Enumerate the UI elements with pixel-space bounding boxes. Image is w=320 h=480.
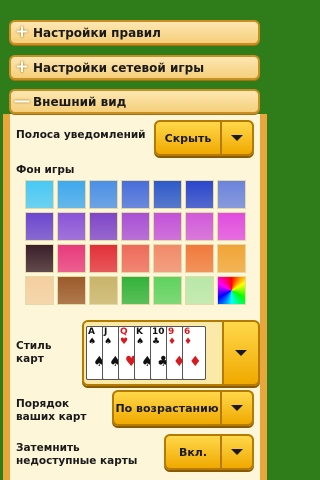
- background-swatch[interactable]: [153, 244, 182, 273]
- card-order-dropdown[interactable]: По возрастанию: [112, 390, 254, 426]
- section-network-label: Настройки сетевой игры: [33, 60, 205, 75]
- notify-bar-dropdown[interactable]: Скрыть: [154, 120, 254, 156]
- chevron-down-icon: [222, 135, 252, 141]
- dim-cards-label: Затемнить недоступные карты: [16, 442, 138, 467]
- plus-icon: +: [14, 22, 30, 42]
- background-swatch[interactable]: [25, 244, 54, 273]
- appearance-panel: Полоса уведомлений Скрыть Фон игры Стиль…: [3, 114, 267, 480]
- section-rules-header[interactable]: + Настройки правил: [9, 20, 260, 45]
- card-suit: ♦: [184, 337, 193, 347]
- minus-icon: —: [13, 91, 31, 111]
- background-swatch[interactable]: [57, 180, 86, 209]
- background-swatch[interactable]: [89, 212, 118, 241]
- card-order-label: Порядок ваших карт: [16, 398, 87, 423]
- card-style-preview: A ♠ ♠ J ♠ ♠ Q ♥ ♥ K ♠ ♠ 10 ♣ ♣ 9 ♦ ♦ 6 ♦ ♦: [84, 322, 224, 384]
- background-swatch[interactable]: [121, 180, 150, 209]
- background-swatch[interactable]: [25, 212, 54, 241]
- background-swatch[interactable]: [89, 276, 118, 305]
- chevron-down-icon: [224, 322, 258, 384]
- background-swatch[interactable]: [57, 276, 86, 305]
- plus-icon: +: [14, 57, 30, 77]
- background-swatch[interactable]: [57, 244, 86, 273]
- card-order-value: По возрастанию: [114, 392, 222, 424]
- section-appearance-header[interactable]: — Внешний вид: [9, 89, 260, 114]
- background-swatch[interactable]: [121, 212, 150, 241]
- background-swatch[interactable]: [217, 212, 246, 241]
- preview-card: 6 ♦ ♦: [182, 326, 206, 380]
- background-swatch[interactable]: [89, 244, 118, 273]
- section-network-header[interactable]: + Настройки сетевой игры: [9, 55, 260, 80]
- card-style-dropdown[interactable]: A ♠ ♠ J ♠ ♠ Q ♥ ♥ K ♠ ♠ 10 ♣ ♣ 9 ♦ ♦ 6 ♦ ♦: [82, 320, 260, 386]
- section-appearance-label: Внешний вид: [33, 94, 127, 109]
- background-swatch[interactable]: [25, 276, 54, 305]
- chevron-down-icon: [222, 449, 252, 455]
- background-swatch[interactable]: [185, 212, 214, 241]
- background-swatch[interactable]: [185, 180, 214, 209]
- background-swatch[interactable]: [185, 244, 214, 273]
- chevron-down-icon: [222, 405, 252, 411]
- background-swatch[interactable]: [25, 180, 54, 209]
- card-style-label: Стиль карт: [16, 340, 52, 365]
- notify-bar-value: Скрыть: [156, 122, 222, 154]
- background-swatch[interactable]: [57, 212, 86, 241]
- dim-cards-dropdown[interactable]: Вкл.: [164, 434, 254, 470]
- background-swatch[interactable]: [121, 276, 150, 305]
- background-swatch[interactable]: [217, 276, 246, 305]
- background-swatch[interactable]: [153, 180, 182, 209]
- background-swatch[interactable]: [217, 180, 246, 209]
- background-label: Фон игры: [16, 164, 75, 176]
- background-swatch[interactable]: [153, 276, 182, 305]
- background-swatch[interactable]: [185, 276, 214, 305]
- card-pip: ♦: [189, 354, 202, 370]
- notify-bar-label: Полоса уведомлений: [16, 129, 146, 141]
- background-swatch[interactable]: [153, 212, 182, 241]
- background-swatch[interactable]: [89, 180, 118, 209]
- background-swatch[interactable]: [217, 244, 246, 273]
- background-swatch[interactable]: [121, 244, 150, 273]
- section-rules-label: Настройки правил: [33, 25, 161, 40]
- card-rank: 6: [184, 327, 191, 337]
- dim-cards-value: Вкл.: [166, 436, 222, 468]
